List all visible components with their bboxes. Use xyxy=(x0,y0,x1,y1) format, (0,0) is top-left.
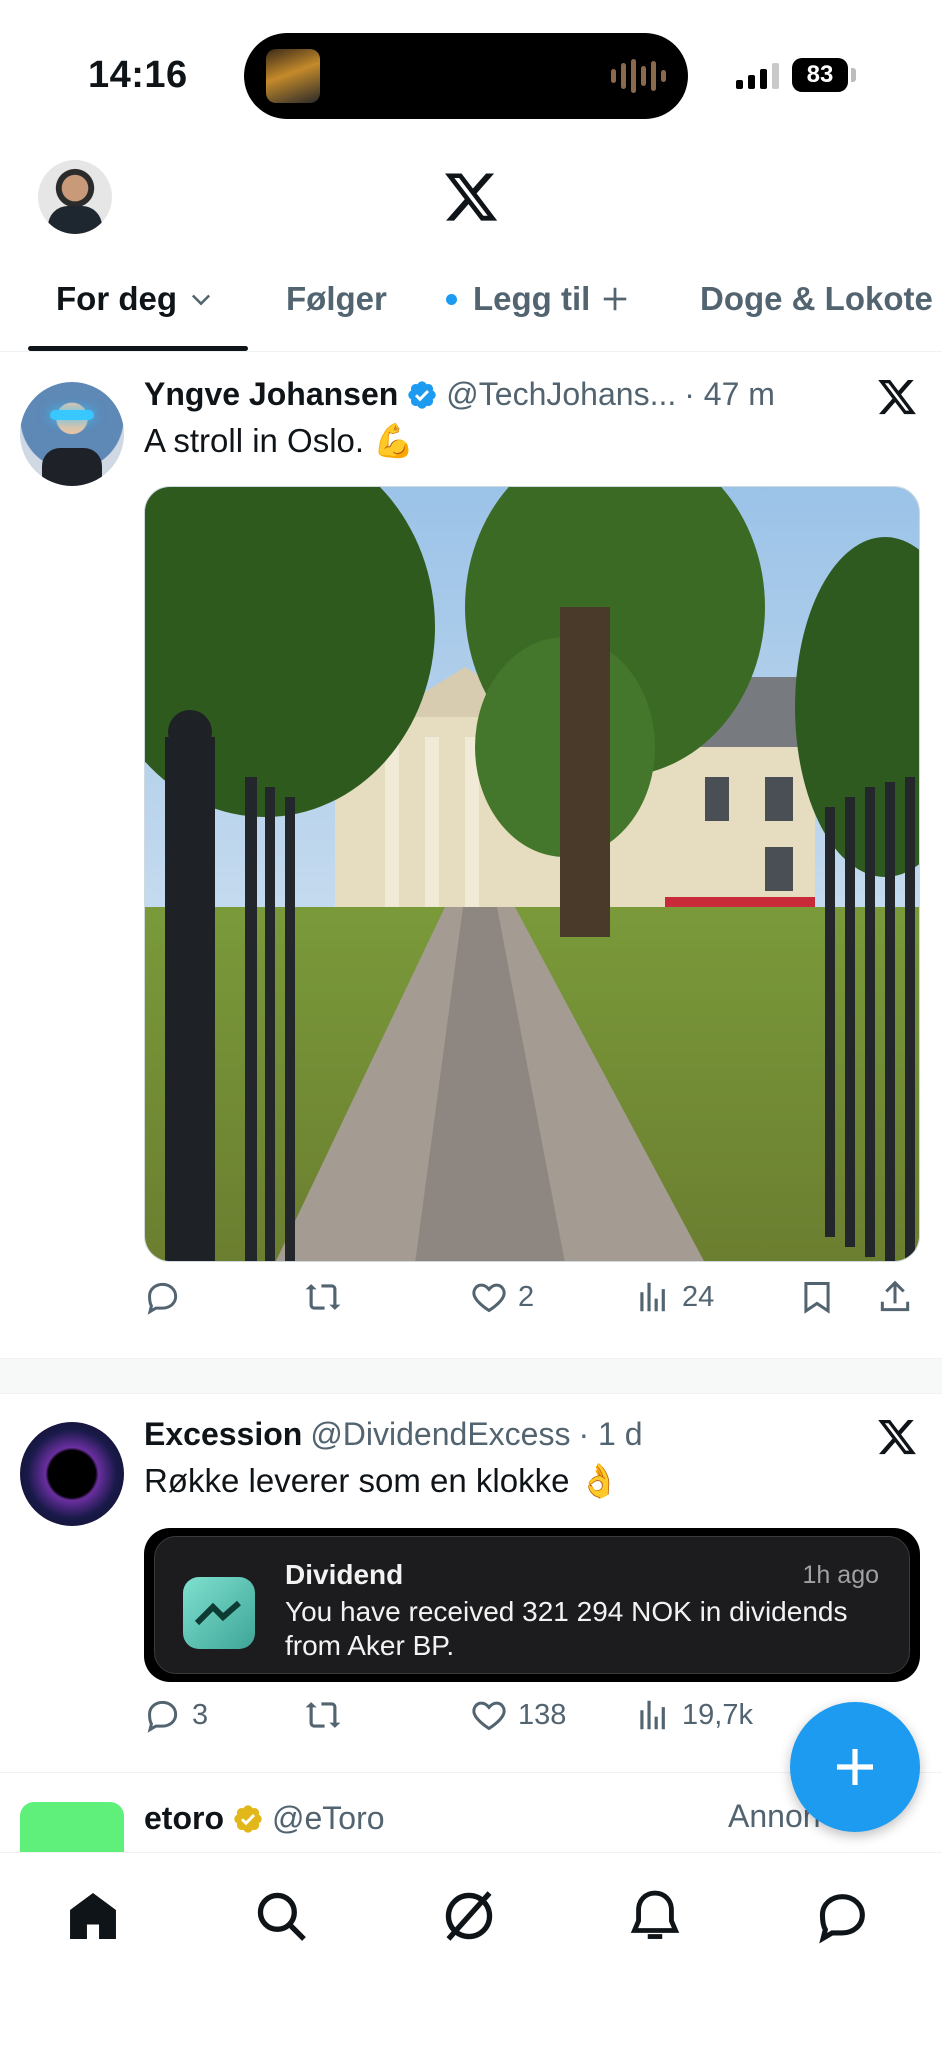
tab-label: Doge & Lokote xyxy=(700,280,933,317)
view-count: 24 xyxy=(682,1280,715,1313)
suit-shape xyxy=(42,448,102,486)
reply-count: 3 xyxy=(192,1698,209,1731)
tab-label: For deg xyxy=(56,280,177,317)
battery-indicator: 83 xyxy=(792,58,848,92)
timeline-tabs: For deg Følger Legg til Doge & Lokote xyxy=(0,262,942,352)
home-icon[interactable] xyxy=(64,1887,122,1945)
active-tab-indicator xyxy=(28,346,248,351)
park-photo-illustration xyxy=(145,487,919,1261)
views-chart-icon xyxy=(640,1282,665,1312)
post-divider xyxy=(0,1358,942,1394)
repost-button[interactable] xyxy=(304,1696,352,1734)
bottom-navigation xyxy=(0,1852,942,2048)
dividend-app-icon xyxy=(183,1577,255,1649)
share-button[interactable] xyxy=(876,1278,914,1316)
notification-body: You have received 321 294 NOK in dividen… xyxy=(285,1596,848,1661)
tab-doge-lokote[interactable]: Doge & Lokote xyxy=(700,280,933,318)
laser-eyes xyxy=(50,410,94,420)
like-button[interactable]: 138 xyxy=(470,1696,566,1734)
repost-button[interactable] xyxy=(304,1278,352,1316)
x-logo-icon[interactable] xyxy=(442,168,500,226)
view-count: 19,7k xyxy=(682,1698,753,1731)
author-handle[interactable]: @eToro xyxy=(272,1800,385,1837)
author-handle[interactable]: @TechJohans... xyxy=(446,376,676,413)
post-text: Røkke leverer som en klokke 👌 xyxy=(144,1462,620,1499)
verified-badge-icon xyxy=(408,380,436,409)
now-playing-thumbnail xyxy=(266,49,320,103)
repost-icon xyxy=(305,1284,341,1310)
post-header: etoro @eToro xyxy=(144,1800,385,1837)
gold-verified-badge-icon xyxy=(234,1804,262,1833)
share-icon xyxy=(880,1280,910,1312)
tab-legg-til[interactable]: Legg til xyxy=(446,280,630,318)
tab-folger[interactable]: Følger xyxy=(286,280,387,318)
author-name[interactable]: etoro xyxy=(144,1800,224,1837)
x-source-icon xyxy=(878,379,916,415)
reply-button[interactable] xyxy=(144,1278,192,1316)
top-header xyxy=(0,150,942,260)
bookmark-button[interactable] xyxy=(798,1278,836,1316)
messages-icon[interactable] xyxy=(814,1887,872,1945)
plus-icon xyxy=(604,287,627,311)
battery-cap xyxy=(851,68,856,82)
chevron-down-icon xyxy=(191,294,211,306)
reply-icon xyxy=(147,1700,178,1733)
like-count: 2 xyxy=(518,1280,535,1313)
post-time[interactable]: · 47 m xyxy=(684,376,775,413)
search-icon[interactable] xyxy=(252,1887,310,1945)
post-photo[interactable] xyxy=(144,486,920,1262)
notification-time: 1h ago xyxy=(802,1561,879,1589)
compose-button[interactable] xyxy=(790,1702,920,1832)
notification-title: Dividend xyxy=(285,1559,404,1590)
profile-avatar-button[interactable] xyxy=(38,160,112,234)
dynamic-island[interactable] xyxy=(244,33,688,119)
post-header: Yngve Johansen @TechJohans... · 47 m xyxy=(144,376,775,413)
like-count: 138 xyxy=(518,1698,567,1731)
views-button[interactable]: 19,7k xyxy=(634,1696,753,1734)
bookmark-icon xyxy=(804,1282,830,1314)
status-bar: 14:16 83 xyxy=(0,0,942,150)
notifications-bell-icon[interactable] xyxy=(626,1887,684,1945)
heart-icon xyxy=(472,1283,506,1313)
reply-icon xyxy=(147,1282,178,1315)
author-name[interactable]: Excession xyxy=(144,1416,302,1453)
dividend-notification-image[interactable]: Dividend 1h ago You have received 321 29… xyxy=(144,1528,920,1682)
author-avatar[interactable] xyxy=(20,382,124,486)
tab-label: Legg til xyxy=(473,280,591,317)
post-header: Excession @DividendExcess · 1 d xyxy=(144,1416,642,1453)
post-time[interactable]: · 1 d xyxy=(578,1416,642,1453)
status-time: 14:16 xyxy=(88,54,188,96)
tab-label: Følger xyxy=(286,280,387,317)
repost-icon xyxy=(305,1702,341,1728)
x-source-icon xyxy=(878,1419,916,1455)
audio-waveform-icon xyxy=(611,59,666,93)
cellular-signal-icon xyxy=(736,63,779,89)
notification-card: Dividend 1h ago You have received 321 29… xyxy=(154,1536,910,1674)
views-button[interactable]: 24 xyxy=(634,1278,714,1316)
views-chart-icon xyxy=(640,1700,665,1730)
grok-icon[interactable] xyxy=(440,1887,498,1945)
post-text: A stroll in Oslo. 💪 xyxy=(144,422,415,459)
new-dot-indicator xyxy=(446,293,457,305)
author-handle[interactable]: @DividendExcess xyxy=(310,1416,570,1453)
like-button[interactable]: 2 xyxy=(470,1278,534,1316)
author-avatar[interactable] xyxy=(20,1422,124,1526)
author-name[interactable]: Yngve Johansen xyxy=(144,376,398,413)
plus-icon xyxy=(837,1749,873,1785)
post-actions: 2 24 xyxy=(144,1278,924,1328)
heart-icon xyxy=(472,1701,506,1731)
tab-for-deg[interactable]: For deg xyxy=(56,280,215,318)
reply-button[interactable]: 3 xyxy=(144,1696,208,1734)
